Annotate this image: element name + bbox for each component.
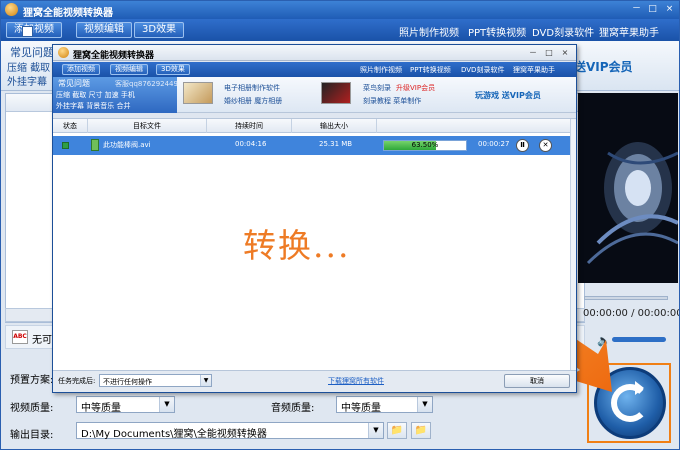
col-output-size: 输出大小 — [292, 119, 377, 133]
conversion-dialog: 狸窝全能视频转换器 － □ × 添加视频 视频编辑 3D效果 照片制作视频 PP… — [52, 44, 577, 393]
dialog-close-button[interactable]: × — [559, 47, 571, 58]
dialog-info-bar: 常见问题 客服qq876292449 压缩 截取 尺寸 加速 手机 外挂字幕 背… — [53, 77, 576, 113]
photo-album-thumb[interactable] — [183, 82, 213, 104]
vip-link[interactable]: 玩游戏 送VIP会员 — [475, 90, 541, 101]
after-task-select[interactable]: 不进行任何操作 ▼ — [99, 374, 212, 387]
photo-video-link[interactable]: 照片制作视频 — [360, 65, 402, 75]
promo-burn-sub[interactable]: 刻录教程 菜单制作 — [363, 96, 421, 106]
promo-upgrade-vip[interactable]: 升级VIP会员 — [396, 83, 435, 93]
target-file: 此功能棒阀.avi — [103, 141, 151, 149]
table-row[interactable]: 此功能棒阀.avi 00:04:16 25.31 MB 63.50% 00:00… — [53, 136, 570, 155]
remove-button[interactable]: ✕ — [539, 139, 552, 152]
chevron-down-icon: ▼ — [200, 375, 211, 386]
progress-text: 63.50% — [411, 141, 439, 149]
dialog-title-bar: 狸窝全能视频转换器 － □ × — [53, 45, 576, 61]
faq-title[interactable]: 常见问题 — [58, 78, 90, 89]
table-header: 状态 目标文件 持续时间 输出大小 — [53, 119, 570, 133]
faq-box: 常见问题 客服qq876292449 压缩 截取 尺寸 加速 手机 外挂字幕 背… — [53, 77, 178, 113]
progress-bar: 63.50% — [383, 140, 467, 151]
faq-links[interactable]: 压缩 截取 尺寸 加速 手机 — [56, 90, 135, 100]
faq-links-2[interactable]: 外挂字幕 背景音乐 合并 — [56, 101, 130, 111]
cancel-button[interactable]: 取消 — [504, 374, 570, 388]
col-progress — [377, 119, 570, 133]
after-task-value: 不进行任何操作 — [103, 378, 152, 386]
file-icon — [91, 139, 99, 151]
dialog-maximize-button[interactable]: □ — [543, 47, 555, 58]
dialog-footer: 任务完成后: 不进行任何操作 ▼ 下载狸窝所有软件 取消 — [53, 370, 576, 392]
output-size: 25.31 MB — [319, 140, 353, 148]
duration: 00:04:16 — [235, 140, 267, 148]
vertical-scrollbar[interactable] — [570, 119, 576, 371]
col-duration: 持续时间 — [207, 119, 292, 133]
converting-status: 转换... — [243, 226, 351, 265]
promo-album-sub[interactable]: 婚纱相册 魔方相册 — [224, 96, 282, 106]
promo-burn-title[interactable]: 菜鸟刻录 — [363, 83, 391, 93]
dialog-title: 狸窝全能视频转换器 — [73, 51, 155, 61]
add-video-button[interactable]: 添加视频 — [62, 64, 100, 75]
app-logo-icon — [58, 47, 69, 58]
3d-effect-button[interactable]: 3D效果 — [156, 64, 190, 75]
col-target-file: 目标文件 — [88, 119, 207, 133]
video-edit-button[interactable]: 视频编辑 — [110, 64, 148, 75]
dvd-burn-thumb[interactable] — [321, 82, 351, 104]
ppt-video-link[interactable]: PPT转换视频 — [410, 65, 451, 75]
pause-button[interactable]: Ⅱ — [516, 139, 529, 152]
status-icon — [62, 142, 69, 149]
support-qq[interactable]: 客服qq876292449 — [115, 79, 178, 89]
dialog-minimize-button[interactable]: － — [527, 47, 539, 58]
apple-helper-link[interactable]: 狸窝苹果助手 — [513, 65, 555, 75]
after-task-label: 任务完成后: — [58, 377, 96, 385]
promo-album-title[interactable]: 电子相册制作软件 — [224, 83, 280, 93]
elapsed-time: 00:00:27 — [478, 140, 510, 148]
dialog-toolbar: 添加视频 视频编辑 3D效果 照片制作视频 PPT转换视频 DVD刻录软件 狸窝… — [53, 62, 576, 77]
download-all-link[interactable]: 下载狸窝所有软件 — [328, 376, 384, 386]
col-status: 状态 — [53, 119, 88, 133]
dvd-burn-link[interactable]: DVD刻录软件 — [461, 65, 504, 75]
